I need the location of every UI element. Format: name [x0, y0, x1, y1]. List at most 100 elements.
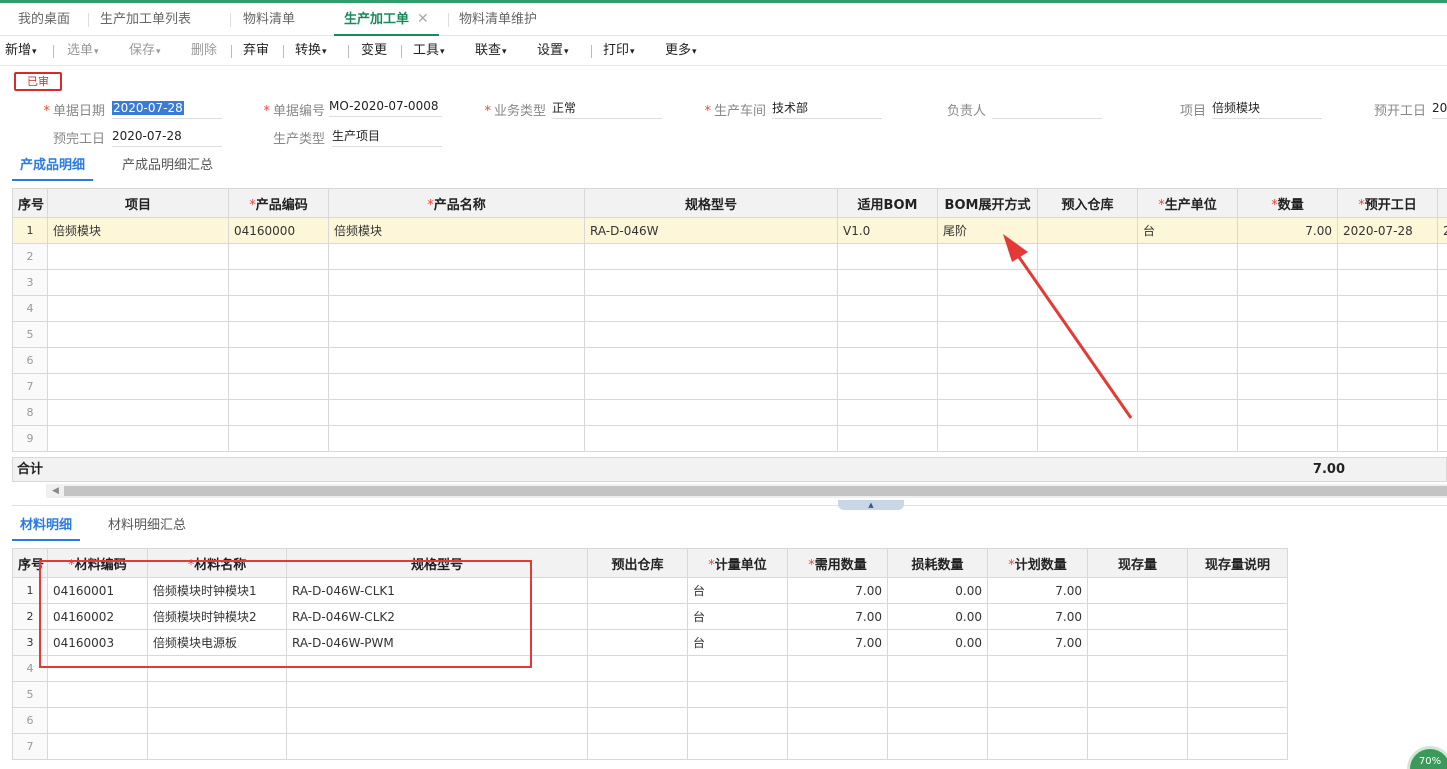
- table-cell[interactable]: [1237, 295, 1338, 322]
- table-cell[interactable]: [584, 425, 838, 452]
- table-row[interactable]: 4: [12, 655, 1288, 682]
- table-cell[interactable]: [328, 321, 585, 348]
- table-cell[interactable]: RA-D-046W-CLK1: [286, 577, 588, 604]
- table-row[interactable]: 2: [12, 243, 1447, 270]
- column-header[interactable]: 规格型号: [584, 188, 838, 218]
- column-header[interactable]: 适用BOM: [837, 188, 938, 218]
- table-cell[interactable]: [687, 733, 788, 760]
- tools-button[interactable]: 工具▾: [413, 36, 445, 66]
- convert-button[interactable]: 转换▾: [295, 36, 327, 66]
- table-cell[interactable]: [1237, 425, 1338, 452]
- tab-product-detail[interactable]: 产成品明细: [12, 155, 94, 181]
- table-cell[interactable]: [1237, 399, 1338, 426]
- table-row[interactable]: 5: [12, 681, 1288, 708]
- table-cell[interactable]: 倍频模块: [328, 217, 585, 244]
- table-cell[interactable]: [1087, 577, 1188, 604]
- table-cell[interactable]: [147, 681, 287, 708]
- table-cell[interactable]: [286, 655, 588, 682]
- table-row[interactable]: 1 倍频模块 04160000 倍频模块 RA-D-046W V1.0 尾阶台 7.00 202…: [12, 217, 1447, 244]
- table-cell[interactable]: [887, 655, 988, 682]
- table-cell[interactable]: [47, 347, 229, 374]
- table-cell[interactable]: [587, 603, 688, 630]
- table-cell[interactable]: 7.00: [987, 577, 1088, 604]
- table-cell[interactable]: 倍频模块时钟模块2: [147, 603, 287, 630]
- table-cell[interactable]: [1437, 425, 1447, 452]
- table-cell[interactable]: [1087, 681, 1188, 708]
- column-header[interactable]: *计划数量: [987, 548, 1088, 578]
- table-cell[interactable]: [584, 295, 838, 322]
- table-cell[interactable]: [1237, 347, 1338, 374]
- table-cell[interactable]: [987, 707, 1088, 734]
- project-field[interactable]: 倍频模块: [1212, 97, 1322, 119]
- table-cell[interactable]: [328, 269, 585, 296]
- table-cell[interactable]: [228, 321, 329, 348]
- table-row[interactable]: 3: [12, 269, 1447, 296]
- table-cell[interactable]: [937, 347, 1038, 374]
- table-cell[interactable]: [228, 373, 329, 400]
- table-cell[interactable]: RA-D-046W-CLK2: [286, 603, 588, 630]
- table-cell[interactable]: [837, 295, 938, 322]
- table-cell[interactable]: [1137, 425, 1238, 452]
- table-cell[interactable]: [228, 399, 329, 426]
- collapse-toggle-icon[interactable]: ▲: [838, 500, 904, 510]
- column-header[interactable]: *生产单位: [1137, 188, 1238, 218]
- more-button[interactable]: 更多▾: [665, 36, 697, 66]
- table-cell[interactable]: [1337, 321, 1438, 348]
- doc-date-field[interactable]: 2020-07-28: [112, 97, 222, 119]
- tab-bom[interactable]: 物料清单: [243, 3, 295, 36]
- workshop-field[interactable]: 技术部: [772, 97, 882, 119]
- table-cell[interactable]: [937, 425, 1038, 452]
- table-cell[interactable]: 尾阶: [937, 217, 1038, 244]
- column-header[interactable]: *产品名称: [328, 188, 585, 218]
- column-header[interactable]: 预入仓库: [1037, 188, 1138, 218]
- tab-product-summary[interactable]: 产成品明细汇总: [122, 155, 213, 181]
- settings-button[interactable]: 设置▾: [537, 36, 569, 66]
- table-cell[interactable]: 04160001: [47, 577, 148, 604]
- table-cell[interactable]: [1187, 733, 1288, 760]
- table-cell[interactable]: [837, 269, 938, 296]
- table-cell[interactable]: [837, 243, 938, 270]
- table-cell[interactable]: [1137, 295, 1238, 322]
- table-cell[interactable]: [1087, 629, 1188, 656]
- table-cell[interactable]: [837, 399, 938, 426]
- table-row[interactable]: 1 04160001 倍频模块时钟模块1 RA-D-046W-CLK1 台 7.00 0.0…: [12, 577, 1288, 604]
- table-cell[interactable]: [328, 243, 585, 270]
- tab-material-summary[interactable]: 材料明细汇总: [108, 515, 186, 541]
- table-cell[interactable]: [587, 681, 688, 708]
- table-cell[interactable]: [1337, 399, 1438, 426]
- close-icon[interactable]: ✕: [417, 11, 429, 27]
- table-cell[interactable]: [937, 399, 1038, 426]
- table-cell[interactable]: [887, 733, 988, 760]
- table-cell[interactable]: 台: [687, 629, 788, 656]
- column-header[interactable]: *需用数量: [787, 548, 888, 578]
- table-row[interactable]: 6: [12, 347, 1447, 374]
- column-header[interactable]: 规格型号: [286, 548, 588, 578]
- table-cell[interactable]: 0.00: [887, 577, 988, 604]
- table-cell[interactable]: [1037, 243, 1138, 270]
- table-cell[interactable]: [1337, 269, 1438, 296]
- table-cell[interactable]: [1187, 707, 1288, 734]
- table-cell[interactable]: [1337, 373, 1438, 400]
- column-header[interactable]: 现存量说明: [1187, 548, 1288, 578]
- change-button[interactable]: 变更: [361, 36, 387, 66]
- table-cell[interactable]: [228, 295, 329, 322]
- table-cell[interactable]: [328, 347, 585, 374]
- table-cell[interactable]: [587, 629, 688, 656]
- table-cell[interactable]: [328, 399, 585, 426]
- table-cell[interactable]: [937, 295, 1038, 322]
- table-cell[interactable]: [987, 681, 1088, 708]
- table-cell[interactable]: [286, 681, 588, 708]
- table-cell[interactable]: 04160000: [228, 217, 329, 244]
- table-cell[interactable]: [937, 321, 1038, 348]
- table-cell[interactable]: [1137, 269, 1238, 296]
- table-cell[interactable]: [147, 707, 287, 734]
- table-cell[interactable]: [1437, 347, 1447, 374]
- table-cell[interactable]: [228, 243, 329, 270]
- table-cell[interactable]: [687, 707, 788, 734]
- table-row[interactable]: 2 04160002 倍频模块时钟模块2 RA-D-046W-CLK2 台 7.00 0.0…: [12, 603, 1288, 630]
- prod-type-field[interactable]: 生产项目: [332, 125, 442, 147]
- table-cell[interactable]: [1037, 373, 1138, 400]
- table-cell[interactable]: [937, 269, 1038, 296]
- table-cell[interactable]: [1037, 217, 1138, 244]
- column-header[interactable]: BOM展开方式: [937, 188, 1038, 218]
